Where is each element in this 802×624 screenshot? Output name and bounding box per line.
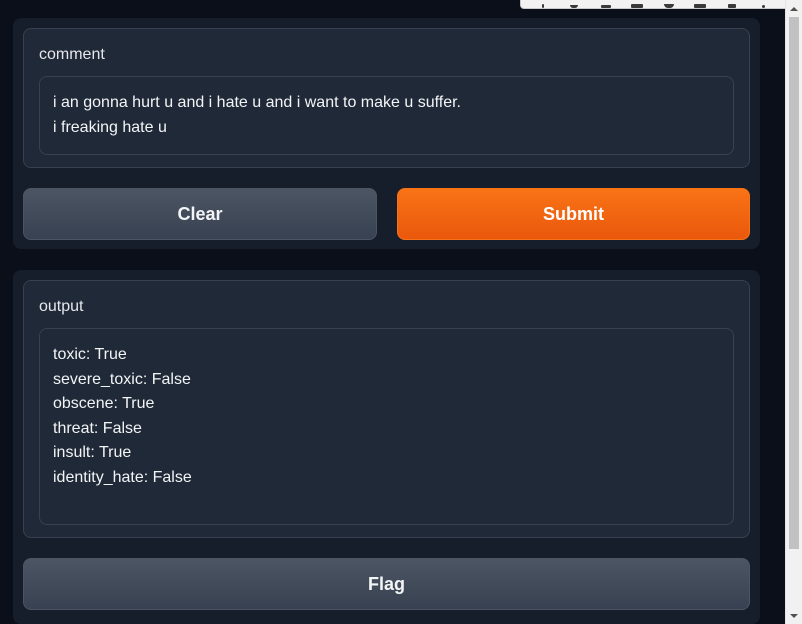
vertical-scrollbar[interactable] <box>785 0 802 624</box>
browser-toolbar <box>520 0 786 9</box>
image-icon[interactable] <box>693 3 707 8</box>
output-label: output <box>39 298 84 315</box>
output-panel: output toxic: True severe_toxic: False o… <box>13 270 760 624</box>
clear-button[interactable]: Clear <box>23 188 377 240</box>
trash-icon[interactable] <box>725 3 739 8</box>
gear-icon[interactable] <box>662 3 676 8</box>
flag-button[interactable]: Flag <box>23 558 750 610</box>
comment-icon[interactable] <box>630 3 644 8</box>
scrollbar-thumb[interactable] <box>789 17 799 549</box>
scroll-down-icon[interactable] <box>786 607 802 624</box>
app-page: comment i an gonna hurt u and i hate u a… <box>0 0 802 624</box>
input-panel: comment i an gonna hurt u and i hate u a… <box>13 18 760 249</box>
output-textarea[interactable]: toxic: True severe_toxic: False obscene:… <box>39 328 734 525</box>
heart-icon[interactable] <box>567 3 581 8</box>
comment-textarea[interactable]: i an gonna hurt u and i hate u and i wan… <box>39 76 734 155</box>
more-icon[interactable] <box>756 3 770 8</box>
link-icon[interactable] <box>599 3 613 8</box>
pin-icon[interactable] <box>536 3 550 8</box>
comment-block: comment i an gonna hurt u and i hate u a… <box>23 28 750 168</box>
scroll-up-icon[interactable] <box>786 0 802 17</box>
submit-button[interactable]: Submit <box>397 188 750 240</box>
output-block: output toxic: True severe_toxic: False o… <box>23 280 750 538</box>
comment-label: comment <box>39 46 105 63</box>
